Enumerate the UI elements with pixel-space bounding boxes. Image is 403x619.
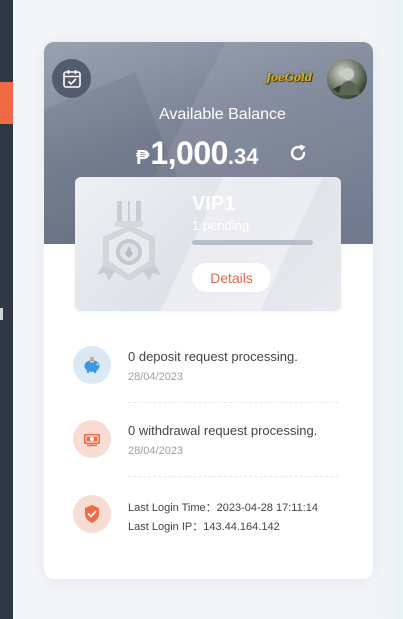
wallet-card: JoeGold Available Balance ₱ 1,000 .34 VI… — [44, 42, 373, 579]
refresh-balance-button[interactable] — [286, 141, 310, 165]
vip-progress-bar — [192, 240, 313, 245]
vip-card: VIP1 1 pending Details — [75, 177, 341, 311]
balance-amount: ₱ 1,000 .34 — [136, 135, 259, 171]
row-divider — [128, 476, 338, 477]
sidebar-tick — [0, 308, 3, 320]
withdrawal-icon-badge — [73, 420, 111, 458]
right-edge-fade — [373, 0, 403, 619]
silver-medal-icon — [97, 201, 161, 281]
shield-check-icon — [85, 505, 99, 523]
calendar-button[interactable] — [52, 59, 91, 98]
deposit-status-date: 28/04/2023 — [128, 371, 184, 383]
last-login-time-label: Last Login Time： — [128, 502, 217, 514]
vip-pending-text: 1 pending — [192, 218, 250, 233]
last-login-ip-value: 143.44.164.142 — [203, 521, 280, 533]
last-login-ip: Last Login IP：143.44.164.142 — [128, 518, 280, 534]
brand-logo-text: JoeGold — [265, 70, 313, 84]
user-avatar[interactable] — [327, 59, 367, 99]
balance-decimal: .34 — [227, 144, 259, 169]
avatar-image — [333, 68, 360, 95]
left-sidebar-rail — [0, 0, 13, 619]
last-login-time-value: 2023-04-28 17:11:14 — [216, 502, 318, 514]
login-icon-badge — [73, 495, 111, 533]
deposit-icon-badge — [73, 346, 111, 384]
vip-level: VIP1 — [192, 193, 236, 215]
cash-icon — [84, 434, 100, 447]
row-divider — [128, 402, 338, 403]
calendar-check-icon — [62, 69, 81, 88]
last-login-ip-label: Last Login IP： — [128, 521, 204, 533]
refresh-icon — [290, 144, 306, 161]
piggy-bank-icon — [84, 356, 100, 373]
deposit-status-text: 0 deposit request processing. — [128, 349, 298, 364]
currency-symbol: ₱ — [136, 147, 150, 169]
withdrawal-status-text: 0 withdrawal request processing. — [128, 423, 318, 438]
withdrawal-status-date: 28/04/2023 — [128, 445, 184, 457]
balance-integer: 1,000 — [150, 135, 228, 171]
sidebar-active-indicator[interactable] — [0, 82, 13, 124]
balance-label: Available Balance — [159, 106, 286, 123]
last-login-time: Last Login Time：2023-04-28 17:11:14 — [128, 499, 318, 515]
brand-logo: JoeGold — [262, 64, 316, 90]
vip-details-button[interactable]: Details — [192, 263, 271, 292]
